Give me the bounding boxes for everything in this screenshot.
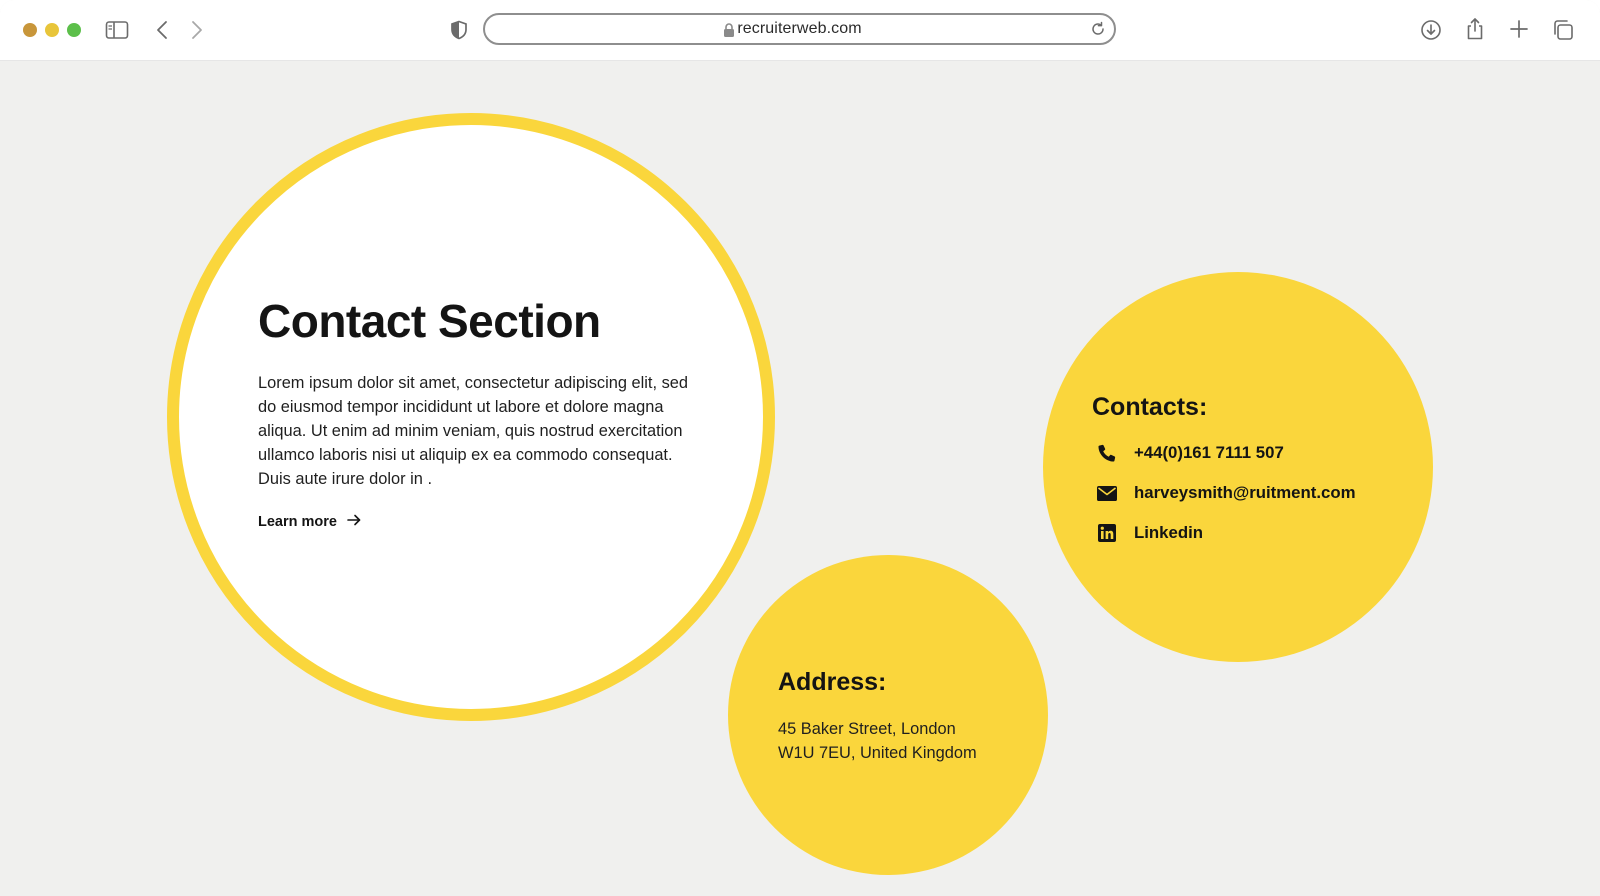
learn-more-link[interactable]: Learn more: [258, 514, 361, 530]
address-bar[interactable]: recruiterweb.com: [483, 13, 1116, 45]
browser-window: recruiterweb.com Contact Section Lorem i…: [0, 0, 1600, 896]
forward-arrow-icon[interactable]: [190, 19, 204, 41]
reload-icon[interactable]: [1090, 21, 1106, 42]
back-arrow-icon[interactable]: [155, 19, 169, 41]
phone-icon: [1096, 442, 1118, 464]
phone-number: +44(0)161 7111 507: [1134, 443, 1284, 462]
linkedin-label: Linkedin: [1134, 523, 1203, 542]
address-line-1: 45 Baker Street, London: [778, 720, 956, 738]
learn-more-label: Learn more: [258, 514, 337, 530]
address-heading: Address:: [778, 668, 887, 696]
linkedin-icon: [1096, 522, 1118, 544]
share-icon[interactable]: [1465, 17, 1485, 41]
contacts-circle: [1043, 272, 1433, 662]
zoom-window-button[interactable]: [67, 23, 81, 37]
arrow-right-icon: [347, 514, 361, 530]
email-link[interactable]: harveysmith@ruitment.com: [1096, 482, 1356, 504]
downloads-icon[interactable]: [1420, 19, 1442, 41]
phone-link[interactable]: +44(0)161 7111 507: [1096, 442, 1284, 464]
tab-overview-icon[interactable]: [1552, 19, 1574, 41]
address-line-2: W1U 7EU, United Kingdom: [778, 744, 977, 762]
browser-toolbar: recruiterweb.com: [0, 0, 1600, 61]
intro-paragraph: Lorem ipsum dolor sit amet, consectetur …: [258, 374, 688, 488]
address-circle: [728, 555, 1048, 875]
privacy-shield-icon[interactable]: [450, 20, 468, 40]
page-title: Contact Section: [258, 295, 601, 347]
new-tab-plus-icon[interactable]: [1509, 19, 1529, 39]
address-text: 45 Baker Street, London W1U 7EU, United …: [778, 717, 977, 765]
email-address: harveysmith@ruitment.com: [1134, 483, 1356, 502]
close-window-button[interactable]: [23, 23, 37, 37]
sidebar-toggle-icon[interactable]: [105, 20, 129, 40]
envelope-icon: [1096, 482, 1118, 504]
linkedin-link[interactable]: Linkedin: [1096, 522, 1203, 544]
minimize-window-button[interactable]: [45, 23, 59, 37]
url-text: recruiterweb.com: [737, 20, 862, 37]
contacts-heading: Contacts:: [1092, 393, 1208, 421]
